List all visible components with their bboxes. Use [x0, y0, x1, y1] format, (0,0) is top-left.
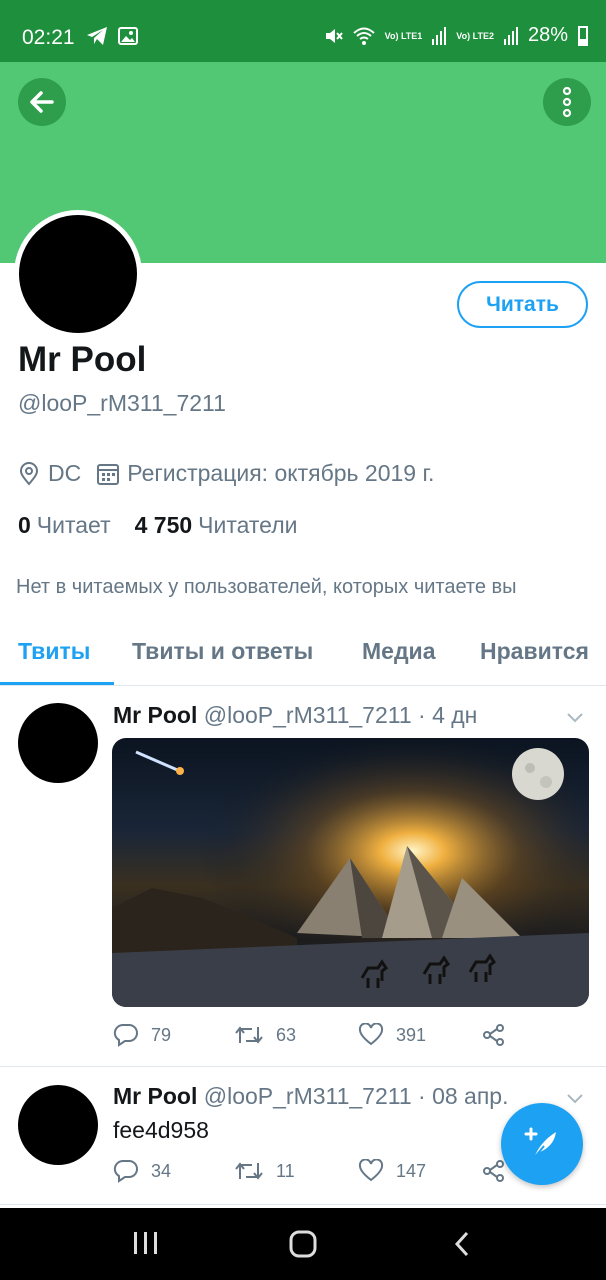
- back-button[interactable]: [18, 78, 66, 126]
- location-text: DC: [48, 460, 82, 486]
- location-pin-icon: [19, 461, 39, 486]
- followers-number: 4 750: [134, 512, 193, 538]
- tweet-author-name: Mr Pool: [113, 702, 198, 728]
- profile-meta: DC Регистрация: октябрь 2019 г.: [18, 460, 450, 487]
- following-number: 0: [18, 512, 31, 538]
- back-nav-icon[interactable]: [452, 1230, 472, 1258]
- status-time: 02:21: [22, 26, 75, 49]
- chevron-down-icon[interactable]: [564, 1087, 586, 1109]
- profile-avatar[interactable]: [14, 210, 142, 338]
- reply-icon: [113, 1159, 138, 1183]
- retweet-icon: [235, 1162, 263, 1180]
- location: DC: [18, 460, 81, 487]
- tweet-author-name: Mr Pool: [113, 1083, 198, 1109]
- compose-feather-icon: [524, 1127, 556, 1159]
- reply-count: 34: [151, 1160, 172, 1181]
- home-icon[interactable]: [289, 1230, 317, 1258]
- tweet-header: Mr Pool @looP_rM311_7211 · 4 дн: [113, 702, 477, 729]
- retweet-action[interactable]: 63: [234, 1023, 296, 1047]
- tweet-header: Mr Pool @looP_rM311_7211 · 08 апр.: [113, 1083, 508, 1110]
- status-right-icons: Vo) LTE1 Vo) LTE2 28%: [323, 24, 588, 47]
- reply-action[interactable]: 79: [113, 1023, 171, 1047]
- followers-label: Читатели: [198, 512, 298, 538]
- following-label: Читает: [36, 512, 111, 538]
- retweet-count: 63: [276, 1024, 297, 1045]
- share-icon: [483, 1160, 504, 1182]
- tweet[interactable]: Mr Pool @looP_rM311_7211 · 4 дн 79 63 39…: [0, 686, 606, 1067]
- retweet-count: 11: [276, 1160, 295, 1181]
- more-vertical-icon: [562, 86, 572, 118]
- tab-likes[interactable]: Нравится: [480, 638, 589, 665]
- tweet-avatar[interactable]: [18, 1085, 98, 1165]
- tab-tweets[interactable]: Твиты: [18, 638, 90, 665]
- heart-icon: [358, 1159, 384, 1182]
- heart-icon: [358, 1023, 384, 1046]
- calendar-icon: [97, 463, 120, 485]
- registration-date: Регистрация: октябрь 2019 г.: [97, 460, 434, 487]
- share-action[interactable]: [482, 1159, 506, 1183]
- tweet-actions: 34 11 147: [113, 1159, 553, 1189]
- followers-count[interactable]: 4 750 Читатели: [135, 512, 298, 539]
- reply-count: 79: [151, 1024, 172, 1045]
- share-action[interactable]: [482, 1023, 506, 1047]
- profile-handle: @looP_rM311_7211: [18, 390, 226, 416]
- arrow-left-icon: [30, 91, 54, 113]
- retweet-icon: [235, 1026, 263, 1044]
- follow-button[interactable]: Читать: [457, 281, 588, 328]
- tweet-handle-time: @looP_rM311_7211 · 08 апр.: [203, 1083, 509, 1109]
- mute-icon: [325, 28, 343, 43]
- following-count[interactable]: 0 Читает: [18, 512, 111, 539]
- status-left-icons: [86, 26, 138, 46]
- reply-icon: [113, 1023, 138, 1047]
- pyramids-image: [112, 738, 589, 1007]
- tweet-handle-time: @looP_rM311_7211 · 4 дн: [203, 702, 478, 728]
- tweet-text: fee4d958: [113, 1117, 209, 1143]
- battery-percent: 28%: [527, 24, 568, 46]
- wifi-icon: [352, 27, 375, 45]
- registration-text: Регистрация: октябрь 2019 г.: [127, 460, 435, 486]
- profile-name: Mr Pool: [18, 340, 147, 379]
- tab-tweets-and-replies[interactable]: Твиты и ответы: [132, 638, 313, 665]
- more-options-button[interactable]: [543, 78, 591, 126]
- battery-icon: [578, 25, 588, 46]
- telegram-icon: [87, 27, 107, 45]
- signal-1-icon: [432, 26, 447, 45]
- share-icon: [483, 1024, 504, 1046]
- status-bar: 02:21 Vo) LTE1 Vo) LTE2 28%: [0, 0, 606, 62]
- network-2-label: Vo) LTE2: [456, 30, 494, 41]
- profile-tabs: Твиты Твиты и ответы Медиа Нравится: [0, 628, 606, 686]
- compose-tweet-button[interactable]: [501, 1103, 583, 1185]
- like-action[interactable]: 147: [358, 1159, 426, 1183]
- network-1-label: Vo) LTE1: [384, 30, 423, 41]
- like-action[interactable]: 391: [358, 1023, 426, 1047]
- follow-counts: 0 Читает 4 750 Читатели: [18, 512, 297, 539]
- followed-by-note: Нет в читаемых у пользователей, которых …: [16, 576, 517, 598]
- like-count: 147: [396, 1160, 427, 1181]
- tab-media[interactable]: Медиа: [362, 638, 435, 665]
- signal-2-icon: [503, 26, 518, 45]
- like-count: 391: [396, 1024, 427, 1045]
- recent-apps-icon[interactable]: [132, 1230, 160, 1256]
- chevron-down-icon[interactable]: [564, 706, 586, 728]
- retweet-action[interactable]: 11: [234, 1159, 295, 1183]
- tweet-media-image[interactable]: [112, 738, 589, 1007]
- reply-action[interactable]: 34: [113, 1159, 171, 1183]
- tweet-actions: 79 63 391: [113, 1023, 553, 1053]
- system-navigation-bar: [0, 1208, 606, 1280]
- image-icon: [118, 27, 138, 45]
- active-tab-indicator: [0, 682, 114, 685]
- tweet-avatar[interactable]: [18, 703, 98, 783]
